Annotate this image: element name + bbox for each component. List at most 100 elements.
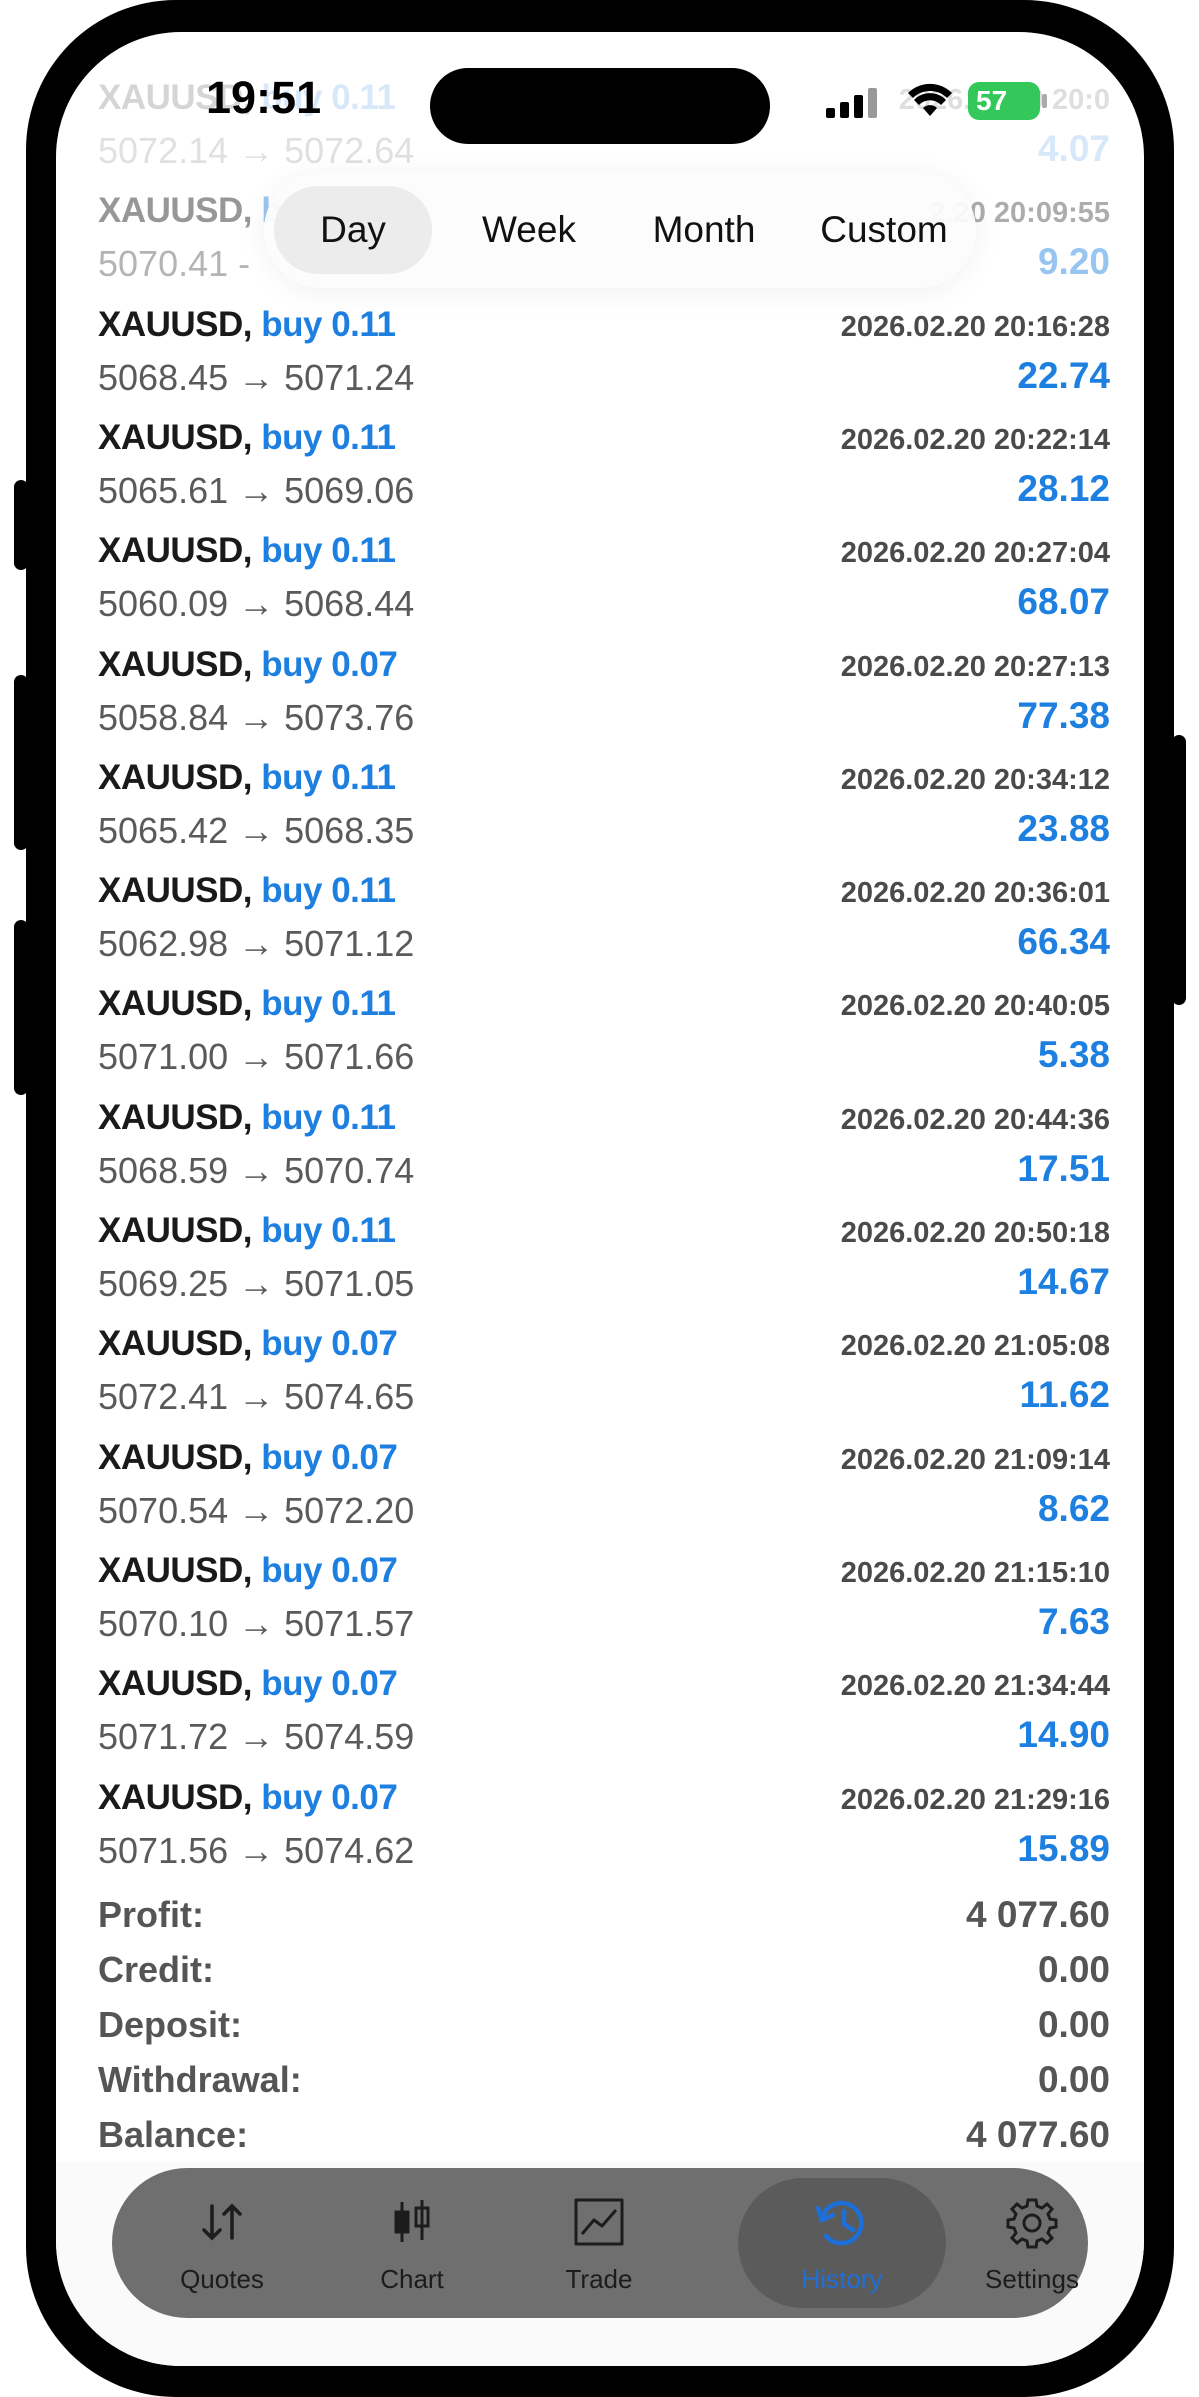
action-button [14, 480, 28, 570]
symbol-text: XAUUSD, [98, 191, 253, 231]
period-segmented-control: Day Week Month Custom [264, 172, 976, 288]
trade-row[interactable]: XAUUSD, buy 0.11 2026.02.20 20:36:01 5062.… [98, 871, 1110, 984]
trade-prices: 5071.56 → 5074.62 [98, 1829, 415, 1871]
trade-prices: 5070.10 → 5071.57 [98, 1602, 415, 1644]
trade-row[interactable]: XAUUSD, buy 0.11 2026.02.20 20:44:36 5068.… [98, 1098, 1110, 1211]
trade-prices: 5065.61 → 5069.06 [98, 469, 415, 511]
trade-row[interactable]: XAUUSD, buy 0.11 2026.02.20 20:50:18 5069.… [98, 1211, 1110, 1324]
trade-row[interactable]: XAUUSD, buy 0.07 2026.02.20 21:34:44 5071.… [98, 1664, 1110, 1777]
symbol-text: XAUUSD, [98, 1664, 253, 1704]
trade-row[interactable]: XAUUSD, buy 0.11 2026.02.20 20:27:04 5060.… [98, 531, 1110, 644]
trade-timestamp: 2026.02.20 20:50:18 [840, 1217, 1110, 1249]
summary-value: 0.00 [1037, 1949, 1110, 1990]
summary-value: 0.00 [1037, 2059, 1110, 2100]
trade-action: buy 0.11 [261, 757, 396, 797]
trade-prices: 5068.45 → 5071.24 [98, 356, 415, 398]
segment-custom[interactable]: Custom [799, 172, 969, 288]
battery-indicator: 57 [968, 82, 1040, 120]
trade-profit: 17.51 [1017, 1147, 1110, 1189]
trade-profit: 14.67 [1017, 1261, 1110, 1302]
trade-symbol: XAUUSD, buy 0.11 [98, 304, 396, 345]
screen: XAUUSD, buy 0.112026.02.20 20:05072.14 →… [56, 32, 1144, 2366]
tab-label: Chart [380, 2264, 444, 2294]
trade-row[interactable]: XAUUSD, buy 0.07 2026.02.20 21:09:14 5070.… [98, 1438, 1110, 1551]
power-button [1172, 735, 1186, 1005]
trade-timestamp: 2026.02.20 20:44:36 [840, 1103, 1110, 1136]
trade-symbol: XAUUSD, buy 0.07 [98, 1550, 398, 1591]
trade-symbol: XAUUSD, buy 0.11 [98, 1097, 396, 1138]
segment-month[interactable]: Month [619, 172, 789, 288]
trade-action: buy 0.07 [261, 1777, 398, 1817]
quotes-arrows-icon [196, 2196, 248, 2253]
status-time: 19:51 [206, 72, 322, 123]
trade-prices: 5065.42 → 5068.35 [98, 809, 415, 851]
tab-history[interactable]: History [752, 2168, 932, 2318]
trade-prices: 5071.72 → 5074.59 [98, 1716, 415, 1758]
trade-row[interactable]: XAUUSD, buy 0.07 2026.02.20 21:29:16 5071.… [98, 1778, 1110, 1891]
trade-profit: 28.12 [1017, 467, 1110, 509]
summary-credit: Credit: 0.00 [98, 1949, 1110, 2001]
trade-symbol: XAUUSD, buy 0.11 [98, 757, 396, 798]
candlestick-icon [386, 2196, 438, 2253]
trade-profit: 14.90 [1017, 1714, 1110, 1756]
trade-symbol: XAUUSD, buy 0.07 [98, 1777, 398, 1818]
trade-row[interactable]: XAUUSD, buy 0.11 2026.02.20 20:16:28 5068.… [98, 305, 1110, 418]
tab-label: Settings [985, 2264, 1079, 2294]
tab-settings[interactable]: Settings [942, 2168, 1122, 2318]
trade-row[interactable]: XAUUSD, buy 0.11 2026.02.20 20:22:14 5065.… [98, 418, 1110, 531]
wifi-icon [908, 82, 952, 121]
trade-symbol: XAUUSD, buy 0.11 [98, 1211, 396, 1251]
trade-row[interactable]: XAUUSD, buy 0.11 2026.02.20 20:40:05 5071.… [98, 984, 1110, 1097]
symbol-text: XAUUSD, [98, 871, 253, 911]
summary-deposit: Deposit: 0.00 [98, 2004, 1110, 2056]
symbol-text: XAUUSD, [98, 304, 253, 344]
dynamic-island [430, 68, 770, 144]
segment-week[interactable]: Week [449, 172, 609, 288]
cellular-signal-icon [826, 88, 882, 123]
trade-timestamp: 2026.02.20 21:15:10 [840, 1556, 1110, 1589]
trade-timestamp: 2026.02.20 20:36:01 [840, 877, 1110, 910]
phone-frame: XAUUSD, buy 0.112026.02.20 20:05072.14 →… [14, 0, 1186, 2397]
symbol-text: XAUUSD, [98, 1097, 253, 1137]
trade-profit: 5.38 [1037, 1034, 1110, 1076]
symbol-text: XAUUSD, [98, 417, 253, 457]
trade-timestamp: 2026.02.20 21:05:08 [840, 1330, 1110, 1363]
trade-symbol: XAUUSD, buy 0.11 [98, 531, 396, 571]
tab-trade[interactable]: Trade [509, 2168, 689, 2318]
symbol-text: XAUUSD, [98, 1437, 253, 1477]
trade-prices: 5072.41 → 5074.65 [98, 1376, 415, 1418]
summary-label: Withdrawal: [98, 2059, 302, 2100]
tab-chart[interactable]: Chart [322, 2168, 502, 2318]
trade-row[interactable]: XAUUSD, buy 0.07 2026.02.20 20:27:13 5058.… [98, 645, 1110, 758]
tab-quotes[interactable]: Quotes [132, 2168, 312, 2318]
battery-cap [1042, 94, 1047, 108]
trade-chart-icon [572, 2196, 626, 2253]
trade-row[interactable]: XAUUSD, buy 0.07 2026.02.20 21:15:10 5070.… [98, 1551, 1110, 1664]
summary-withdrawal: Withdrawal: 0.00 [98, 2059, 1110, 2111]
trade-action: buy 0.11 [261, 531, 396, 571]
trade-prices: 5071.00 → 5071.66 [98, 1036, 415, 1078]
trade-action: buy 0.07 [261, 1324, 398, 1364]
trade-symbol: XAUUSD, buy 0.07 [98, 1664, 398, 1704]
trade-action: buy 0.07 [261, 1550, 398, 1590]
trade-row[interactable]: XAUUSD, buy 0.07 2026.02.20 21:05:08 5072.… [98, 1324, 1110, 1437]
trade-timestamp: 2026.02.20 20:34:12 [840, 763, 1110, 796]
trade-prices: 5069.25 → 5071.05 [98, 1263, 415, 1304]
trade-symbol: XAUUSD, buy 0.11 [98, 984, 396, 1024]
trade-profit: 7.63 [1037, 1600, 1110, 1642]
symbol-text: XAUUSD, [98, 984, 253, 1024]
trade-timestamp: 2026.02.20 20:27:13 [840, 650, 1110, 683]
tab-label: Quotes [180, 2264, 264, 2294]
summary-value: 4 077.60 [965, 2114, 1110, 2155]
summary-value: 0.00 [1037, 2004, 1110, 2045]
trade-row[interactable]: XAUUSD, buy 0.11 2026.02.20 20:34:12 5065.… [98, 758, 1110, 871]
trade-action: buy 0.11 [261, 871, 396, 911]
segment-day[interactable]: Day [274, 172, 432, 288]
history-clock-icon [814, 2196, 870, 2255]
trade-profit: 23.88 [1017, 807, 1110, 849]
trade-timestamp: 2026.02.20 20:22:14 [840, 423, 1110, 456]
trade-timestamp: 2026.02.20 20:40:05 [840, 990, 1110, 1023]
trade-prices: 5062.98 → 5071.12 [98, 923, 415, 965]
summary-balance: Balance: 4 077.60 [98, 2114, 1110, 2166]
trade-prices: 5070.41 - [98, 243, 251, 285]
